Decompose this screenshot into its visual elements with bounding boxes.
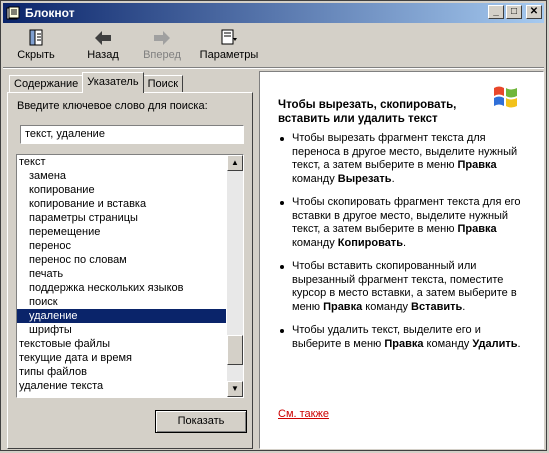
topic-item-b2: Вырезать xyxy=(337,172,392,185)
topic-item-b1: Правка xyxy=(384,337,424,350)
title-bar[interactable]: Блокнот _ □ ✕ xyxy=(3,3,544,23)
help-app-icon xyxy=(5,5,21,21)
vertical-scrollbar[interactable]: ▲ ▼ xyxy=(227,155,243,397)
topic-item-post: . xyxy=(402,236,407,249)
index-item[interactable]: копирование xyxy=(17,183,226,197)
options-icon xyxy=(221,29,237,45)
scroll-down-icon[interactable]: ▼ xyxy=(227,381,243,397)
nav-tabs: Содержание Указатель Поиск xyxy=(9,71,184,93)
tab-contents[interactable]: Содержание xyxy=(9,75,84,93)
tab-search[interactable]: Поиск xyxy=(142,75,184,93)
hide-pane-icon xyxy=(29,29,43,46)
forward-button[interactable]: Вперед xyxy=(139,25,185,65)
index-item[interactable]: перенос xyxy=(17,239,226,253)
topic-item-b1: Правка xyxy=(457,159,497,171)
topic-list: Чтобы вырезать фрагмент текста для перен… xyxy=(278,132,528,361)
topic-item-b1: Правка xyxy=(457,223,497,235)
topic-item-b1: Правка xyxy=(323,300,363,313)
back-label: Назад xyxy=(87,49,119,61)
index-item[interactable]: перенос по словам xyxy=(17,253,226,267)
topic-item-b2: Вставить xyxy=(411,300,463,313)
help-window: Блокнот _ □ ✕ Скрыть Назад Вперед Параме… xyxy=(0,0,547,451)
toolbar-separator xyxy=(3,67,544,69)
topic-item-mid: команду xyxy=(362,300,412,313)
scroll-up-icon[interactable]: ▲ xyxy=(227,155,243,171)
topic-pane: Чтобы вырезать, скопировать, вставить ил… xyxy=(259,71,544,449)
forward-arrow-icon xyxy=(154,31,170,45)
minimize-button[interactable]: _ xyxy=(488,5,504,19)
topic-item-mid: команду xyxy=(292,236,338,249)
topic-item-mid: команду xyxy=(423,337,473,350)
index-item[interactable]: типы файлов xyxy=(17,365,226,379)
scroll-thumb[interactable] xyxy=(227,335,243,365)
index-item[interactable]: печать xyxy=(17,267,226,281)
index-item[interactable]: поиск xyxy=(17,295,226,309)
topic-item-post: . xyxy=(462,300,466,313)
back-arrow-icon xyxy=(95,31,111,45)
forward-label: Вперед xyxy=(143,49,181,61)
topic-item-b2: Копировать xyxy=(337,236,403,249)
navigation-pane: Содержание Указатель Поиск Введите ключе… xyxy=(5,71,253,449)
index-item[interactable]: шрифты xyxy=(17,323,226,337)
index-item[interactable]: текущие дата и время xyxy=(17,351,226,365)
keyword-prompt: Введите ключевое слово для поиска: xyxy=(17,100,208,112)
topic-item: Чтобы скопировать фрагмент текста для ег… xyxy=(278,196,528,250)
index-item[interactable]: удаление текста xyxy=(17,379,226,393)
topic-item: Чтобы вырезать фрагмент текста для перен… xyxy=(278,132,528,186)
topic-item-post: . xyxy=(517,337,521,350)
show-button[interactable]: Показать xyxy=(155,410,247,433)
index-item[interactable]: текстовые файлы xyxy=(17,337,226,351)
see-also-link[interactable]: См. также xyxy=(278,408,329,420)
windows-logo-icon xyxy=(494,86,517,108)
index-item[interactable]: копирование и вставка xyxy=(17,197,226,211)
options-button[interactable]: Параметры xyxy=(197,25,261,65)
index-item[interactable]: параметры страницы xyxy=(17,211,226,225)
topic-item-post: . xyxy=(391,172,395,185)
window-title: Блокнот xyxy=(25,6,75,20)
index-item[interactable]: поддержка нескольких языков xyxy=(17,281,226,295)
topic-item-b2: Удалить xyxy=(472,337,518,350)
index-item[interactable]: перемещение xyxy=(17,225,226,239)
topic-item: Чтобы вставить скопированный или вырезан… xyxy=(278,260,528,314)
close-button[interactable]: ✕ xyxy=(526,5,542,19)
topic-item-mid: команду xyxy=(292,172,338,185)
hide-button[interactable]: Скрыть xyxy=(11,25,61,65)
tab-index[interactable]: Указатель xyxy=(82,72,144,93)
index-list[interactable]: текст замена копирование копирование и вста… xyxy=(16,154,244,398)
topic-item: Чтобы удалить текст, выделите его и выбе… xyxy=(278,324,528,351)
back-button[interactable]: Назад xyxy=(83,25,123,65)
keyword-input[interactable]: текст, удаление xyxy=(20,125,244,144)
index-item[interactable]: текст xyxy=(17,155,226,169)
index-item-selected[interactable]: удаление xyxy=(17,309,226,323)
index-list-items: текст замена копирование копирование и вста… xyxy=(17,155,226,393)
hide-label: Скрыть xyxy=(17,49,55,61)
toolbar: Скрыть Назад Вперед Параметры xyxy=(3,25,544,67)
topic-heading: Чтобы вырезать, скопировать, вставить ил… xyxy=(278,99,457,125)
maximize-button[interactable]: □ xyxy=(506,5,522,19)
options-label: Параметры xyxy=(199,49,259,61)
index-panel: Введите ключевое слово для поиска: текст… xyxy=(7,92,253,449)
index-item[interactable]: замена xyxy=(17,169,226,183)
